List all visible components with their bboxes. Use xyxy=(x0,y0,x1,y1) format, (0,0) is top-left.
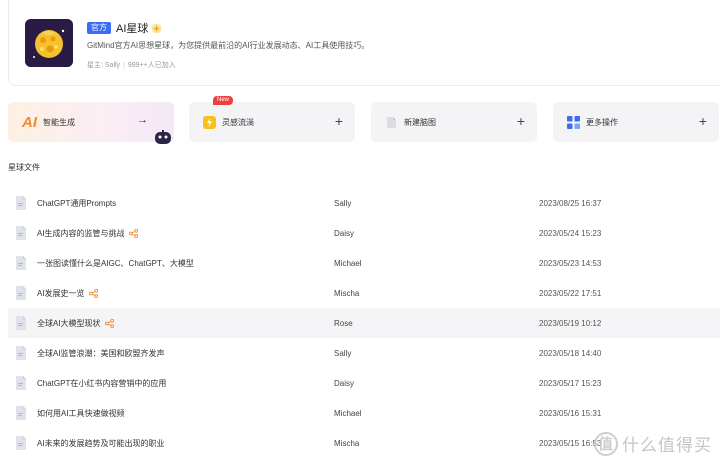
file-icon xyxy=(16,436,26,450)
file-name: AI生成内容的监管与挑战 xyxy=(37,228,138,239)
file-name: AI发展史一览 xyxy=(37,288,98,299)
planet-meta: 星主: Sally | 999++人已加入 xyxy=(87,62,176,69)
planet-owner: 星主: Sally xyxy=(87,62,121,69)
document-icon xyxy=(387,116,396,128)
new-mindmap-button[interactable]: 新建脑图 + xyxy=(371,102,537,142)
file-owner: Michael xyxy=(334,258,362,268)
file-owner: Daisy xyxy=(334,228,355,238)
ai-generate-button[interactable]: AI 智能生成 → xyxy=(8,102,174,144)
file-date: 2023/05/19 10:12 xyxy=(539,318,602,328)
share-icon xyxy=(104,318,114,328)
robot-mascot-icon xyxy=(155,130,171,144)
planet-info-card: 官方 AI星球 GitMind官方AI思想星球，为您提供最前沿的AI行业发展动态… xyxy=(8,0,720,86)
file-list: ChatGPT通用Prompts Sally 2023/08/25 16:37 … xyxy=(8,188,720,458)
file-icon xyxy=(16,376,26,390)
planet-name: AI星球 xyxy=(116,23,149,35)
file-name: AI未来的发展趋势及可能出现的职业 xyxy=(37,438,165,448)
file-owner: Mischa xyxy=(334,288,360,298)
plus-icon: + xyxy=(698,113,707,129)
file-owner: Mischa xyxy=(334,438,360,448)
plus-icon: + xyxy=(516,113,525,129)
file-icon xyxy=(16,256,26,270)
planet-members: 999++人已加入 xyxy=(127,62,176,69)
watermark-logo-icon: 值 xyxy=(594,431,618,456)
file-date: 2023/05/18 14:40 xyxy=(539,348,602,358)
file-name: ChatGPT通用Prompts xyxy=(37,198,117,208)
file-icon xyxy=(16,196,26,210)
file-name: 一张图读懂什么是AIGC、ChatGPT、大模型 xyxy=(37,258,194,268)
sparkle-icon xyxy=(151,22,162,34)
file-date: 2023/08/25 16:37 xyxy=(539,198,602,208)
file-owner: Michael xyxy=(334,408,362,418)
inspiration-flow-button[interactable]: New 灵感流淌 + xyxy=(189,96,355,142)
file-name: 如何用AI工具快速做视频 xyxy=(37,408,125,418)
file-icon xyxy=(16,286,26,300)
file-date: 2023/05/17 15:23 xyxy=(539,378,602,388)
file-name: ChatGPT在小红书内容营销中的应用 xyxy=(37,378,167,388)
file-owner: Sally xyxy=(334,198,352,208)
lightning-icon xyxy=(203,115,216,129)
file-name: 全球AI监管浪潮：美国和欧盟齐发声 xyxy=(37,348,165,358)
file-row[interactable]: ChatGPT通用Prompts Sally 2023/08/25 16:37 xyxy=(8,188,720,218)
file-icon xyxy=(16,406,26,420)
arrow-right-icon: → xyxy=(137,114,148,126)
ai-generate-label: 智能生成 xyxy=(43,117,75,127)
file-date: 2023/05/15 16:53 xyxy=(539,438,602,448)
file-owner: Rose xyxy=(334,318,353,328)
file-date: 2023/05/22 17:51 xyxy=(539,288,602,298)
official-badge: 官方 xyxy=(87,22,111,34)
file-row[interactable]: 如何用AI工具快速做视频 Michael 2023/05/16 15:31 xyxy=(8,398,720,428)
file-date: 2023/05/23 14:53 xyxy=(539,258,602,268)
new-badge: New xyxy=(213,96,234,105)
planet-description: GitMind官方AI思想星球，为您提供最前沿的AI行业发展动态、AI工具使用技… xyxy=(87,41,370,50)
new-mindmap-label: 新建脑图 xyxy=(404,117,436,127)
planet-logo-icon xyxy=(25,19,73,67)
file-row[interactable]: AI发展史一览 Mischa 2023/05/22 17:51 xyxy=(8,278,720,308)
watermark: 值 什么值得买 xyxy=(594,431,712,456)
planet-avatar[interactable] xyxy=(25,19,73,67)
share-icon xyxy=(88,288,98,298)
grid-icon xyxy=(567,115,580,129)
file-name: 全球AI大模型现状 xyxy=(37,318,114,329)
file-row[interactable]: 全球AI大模型现状 Rose 2023/05/19 10:12 xyxy=(8,308,720,338)
share-icon xyxy=(128,228,138,238)
file-icon xyxy=(16,346,26,360)
watermark-text: 什么值得买 xyxy=(622,436,712,455)
plus-icon: + xyxy=(334,113,343,129)
file-row[interactable]: AI生成内容的监管与挑战 Daisy 2023/05/24 15:23 xyxy=(8,218,720,248)
inspiration-flow-label: 灵感流淌 xyxy=(222,117,254,127)
file-row[interactable]: ChatGPT在小红书内容营销中的应用 Daisy 2023/05/17 15:… xyxy=(8,368,720,398)
file-icon xyxy=(16,226,26,240)
more-actions-label: 更多操作 xyxy=(586,117,618,127)
file-date: 2023/05/16 15:31 xyxy=(539,408,602,418)
file-owner: Sally xyxy=(334,348,352,358)
file-icon xyxy=(16,316,26,330)
file-date: 2023/05/24 15:23 xyxy=(539,228,602,238)
file-row[interactable]: 全球AI监管浪潮：美国和欧盟齐发声 Sally 2023/05/18 14:40 xyxy=(8,338,720,368)
planet-title-row: 官方 AI星球 xyxy=(87,20,162,36)
file-owner: Daisy xyxy=(334,378,355,388)
ai-logo-icon: AI xyxy=(22,113,37,131)
section-title: 星球文件 xyxy=(8,163,40,172)
more-actions-button[interactable]: 更多操作 + xyxy=(553,102,719,142)
file-row[interactable]: 一张图读懂什么是AIGC、ChatGPT、大模型 Michael 2023/05… xyxy=(8,248,720,278)
